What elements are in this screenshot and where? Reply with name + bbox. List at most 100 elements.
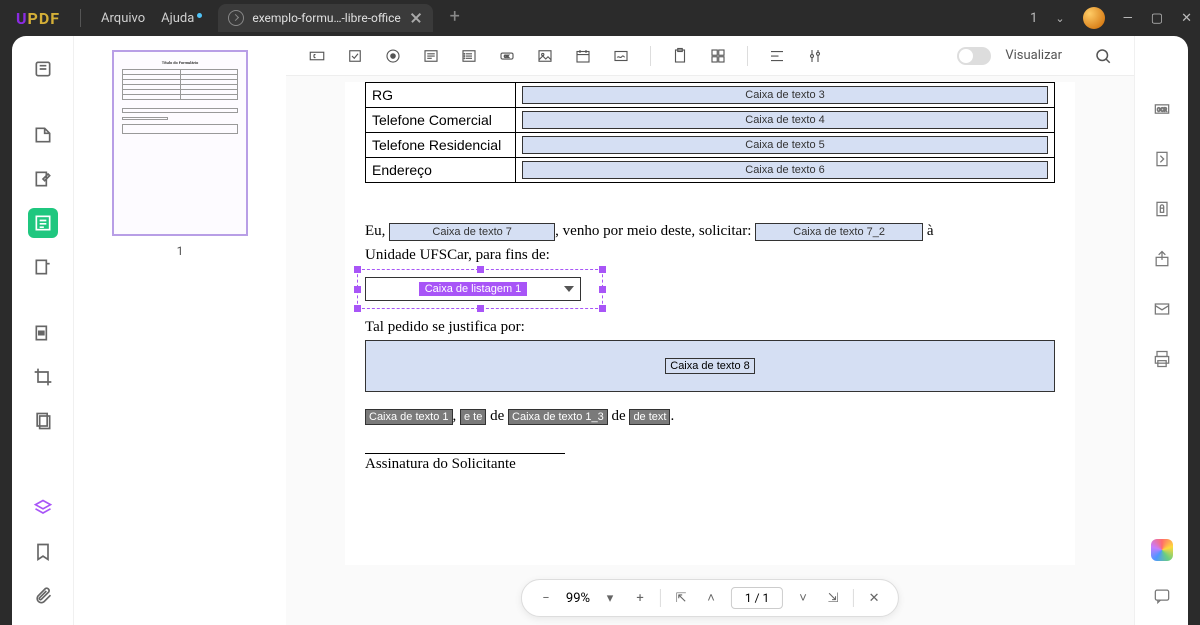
email-icon[interactable] [1147,294,1177,324]
chevron-down-icon[interactable]: ⌄ [1055,12,1064,25]
print-icon[interactable] [1147,344,1177,374]
page-viewport[interactable]: RGCaixa de texto 3 Telefone ComercialCai… [286,76,1134,625]
zoom-dropdown-icon[interactable]: ▾ [600,588,620,608]
right-sidebar: OCR [1134,36,1188,625]
app-logo: UPDF [16,9,60,28]
pdf-page: RGCaixa de texto 3 Telefone ComercialCai… [345,82,1075,565]
checkbox-tool[interactable] [340,41,370,71]
svg-text:OK: OK [504,54,510,58]
text-field[interactable]: e te [460,409,486,425]
ocr-icon[interactable]: OCR [1147,94,1177,124]
bookmark-icon[interactable] [28,537,58,567]
paragraph: Eu, Caixa de texto 7, venho por meio des… [365,219,1055,267]
toolbar-divider [747,46,748,66]
window-count[interactable]: 1 [1030,11,1037,26]
protect-icon[interactable] [1147,194,1177,224]
page-navigator: − 99% ▾ + ⇱ ˄ 1 / 1 ˅ ⇲ ✕ [521,579,899,617]
form-icon[interactable] [28,208,58,238]
date-tool[interactable] [568,41,598,71]
thumbnail-page-number: 1 [177,244,184,258]
redact-icon[interactable] [28,318,58,348]
grid-tool[interactable] [703,41,733,71]
tools-icon[interactable] [800,41,830,71]
prev-page-icon[interactable]: ˄ [701,588,721,608]
signature-line [365,453,565,454]
chat-icon[interactable] [1147,581,1177,611]
attachment-icon[interactable] [28,581,58,611]
text-field[interactable]: Caixa de texto 1_3 [508,409,608,425]
page-thumbnail[interactable]: Título do Formulário [112,50,248,236]
page-input[interactable]: 1 / 1 [731,587,783,609]
chevron-down-icon [564,286,574,292]
dropdown-tool[interactable] [416,41,446,71]
tab-title: exemplo-formu…-libre-office [252,11,400,25]
divider [853,589,854,607]
pages-icon[interactable] [28,406,58,436]
ai-icon[interactable] [1151,539,1173,561]
table-row: Telefone ResidencialCaixa de texto 5 [366,133,1055,158]
menu-help[interactable]: Ajuda [153,11,210,26]
layers-icon[interactable] [28,493,58,523]
text-field[interactable]: Caixa de texto 7 [389,223,555,241]
radio-tool[interactable] [378,41,408,71]
toolbar-divider [650,46,651,66]
close-nav-icon[interactable]: ✕ [864,588,884,608]
table-row: RGCaixa de texto 3 [366,83,1055,108]
preview-toggle[interactable] [957,47,991,65]
svg-text:OCR: OCR [1157,108,1167,114]
comment-icon[interactable] [28,120,58,150]
avatar[interactable] [1083,7,1105,29]
clipboard-tool[interactable] [665,41,695,71]
last-page-icon[interactable]: ⇲ [823,588,843,608]
text-field[interactable]: de text [629,409,670,425]
align-tool[interactable] [762,41,792,71]
form-table: RGCaixa de texto 3 Telefone ComercialCai… [365,82,1055,183]
text-field[interactable]: Caixa de texto 4 [522,111,1048,129]
edit-icon[interactable] [28,164,58,194]
signature-label: Assinatura do Solicitante [365,456,1055,473]
document-tab[interactable]: exemplo-formu…-libre-office [218,4,432,32]
preview-label: Visualizar [1005,48,1062,63]
next-page-icon[interactable]: ˅ [793,588,813,608]
search-icon[interactable] [1088,41,1118,71]
maximize-icon[interactable]: ▢ [1151,11,1163,26]
minimize-icon[interactable]: ― [1123,11,1133,26]
image-tool[interactable] [530,41,560,71]
tab-icon [228,10,244,26]
organize-icon[interactable] [28,252,58,282]
listbox-tool[interactable] [454,41,484,71]
share-icon[interactable] [1147,244,1177,274]
zoom-in-icon[interactable]: + [630,588,650,608]
table-row: EndereçoCaixa de texto 6 [366,158,1055,183]
text-field[interactable]: Caixa de texto 7_2 [755,223,923,241]
first-page-icon[interactable]: ⇱ [671,588,691,608]
text-field[interactable]: Caixa de texto 1 [365,409,453,425]
divider [660,589,661,607]
listbox-field: Caixa de listagem 1 [365,277,581,301]
separator [80,9,81,27]
close-icon[interactable] [409,11,423,25]
reader-icon[interactable] [28,54,58,84]
compress-icon[interactable] [1147,144,1177,174]
button-tool[interactable]: OK [492,41,522,71]
signature-tool[interactable] [606,41,636,71]
document-area: OK Visualizar RGCaixa de texto 3 Telefon… [286,36,1134,625]
crop-icon[interactable] [28,362,58,392]
menu-file[interactable]: Arquivo [93,11,153,26]
zoom-value: 99% [566,591,590,606]
text-field[interactable]: Caixa de texto 6 [522,161,1048,179]
text-field[interactable]: Caixa de texto 5 [522,136,1048,154]
text-field[interactable]: Caixa de texto 3 [522,86,1048,104]
zoom-out-icon[interactable]: − [536,588,556,608]
form-toolbar: OK Visualizar [286,36,1134,76]
new-tab-button[interactable]: + [443,6,467,30]
justify-label: Tal pedido se justifica por: [365,319,1055,336]
close-window-icon[interactable]: ✕ [1181,11,1192,26]
text-field-large[interactable]: Caixa de texto 8 [365,340,1055,392]
listbox-selection[interactable]: Caixa de listagem 1 [365,277,595,301]
text-field-tool[interactable] [302,41,332,71]
main-frame: Título do Formulário 1 OK [12,36,1188,625]
left-sidebar [12,36,74,625]
thumbnail-panel: Título do Formulário 1 [74,36,286,625]
titlebar: UPDF Arquivo Ajuda exemplo-formu…-libre-… [0,0,1200,36]
